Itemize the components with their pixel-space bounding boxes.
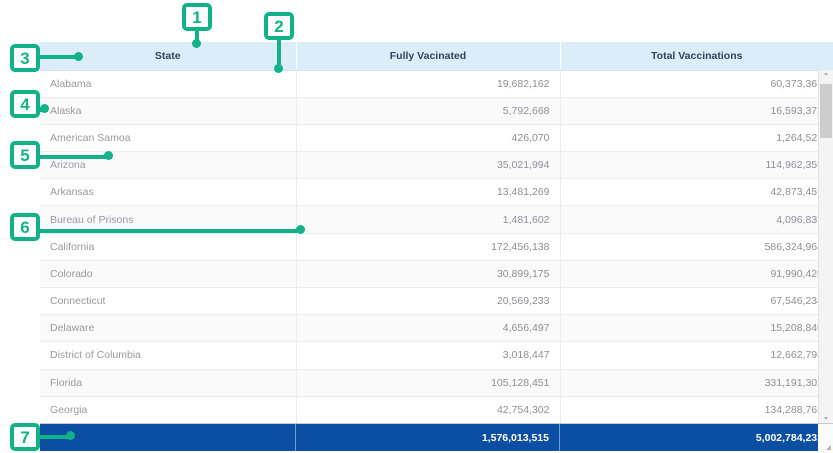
cell-total-vaccinations: 134,288,765 [560,396,833,423]
total-row-fully-vacinated-cell: 1,576,013,515 [296,424,560,451]
callout-leader-6 [40,229,302,233]
table-total-row[interactable]: 1,576,013,515 5,002,784,231 [40,423,833,451]
cell-state: California [40,233,296,260]
callout-dot-4 [40,104,49,113]
cell-total-vaccinations: 15,208,840 [560,315,833,342]
table-row[interactable]: Georgia42,754,302134,288,765 [40,396,833,423]
data-table-container[interactable]: State Fully Vacinated Total Vaccinations… [40,42,833,453]
total-row-total-vaccinations-cell: 5,002,784,231 [560,424,833,451]
cell-fully-vacinated: 4,656,497 [296,315,560,342]
callout-dot-1 [192,39,201,48]
callout-leader-5 [40,155,112,159]
cell-state: District of Columbia [40,342,296,369]
table-header-row: State Fully Vacinated Total Vaccinations [40,42,833,70]
cell-fully-vacinated: 5,792,668 [296,97,560,124]
cell-state: Alabama [40,70,296,97]
table-row[interactable]: Arkansas13,481,26942,873,453 [40,179,833,206]
cell-state: Florida [40,369,296,396]
callout-badge-7: 7 [10,423,40,451]
cell-fully-vacinated: 172,456,138 [296,233,560,260]
table-row[interactable]: Delaware4,656,49715,208,840 [40,315,833,342]
scroll-down-arrow-icon[interactable]: ⌄ [819,410,833,423]
vaccination-table-screenshot: State Fully Vacinated Total Vaccinations… [0,0,833,453]
callout-badge-5: 5 [10,141,40,169]
cell-state: Arkansas [40,179,296,206]
cell-fully-vacinated: 105,128,451 [296,369,560,396]
callout-badge-1: 1 [182,3,212,31]
cell-state: American Samoa [40,124,296,151]
callout-dot-6 [296,225,305,234]
table-row[interactable]: California172,456,138586,324,964 [40,233,833,260]
cell-total-vaccinations: 12,662,798 [560,342,833,369]
scrollbar-thumb[interactable] [820,84,832,138]
callout-dot-2 [274,64,283,73]
table-body: Alabama19,682,16260,373,367Alaska5,792,6… [40,70,833,423]
table-row[interactable]: American Samoa426,0701,264,522 [40,124,833,151]
table-row[interactable]: District of Columbia3,018,44712,662,798 [40,342,833,369]
cell-total-vaccinations: 16,593,372 [560,97,833,124]
cell-total-vaccinations: 91,990,426 [560,260,833,287]
table-header: State Fully Vacinated Total Vaccinations [40,42,833,70]
callout-badge-3: 3 [10,44,40,72]
callout-dot-3 [74,52,83,61]
cell-state: Colorado [40,260,296,287]
column-header-fully-vacinated[interactable]: Fully Vacinated [296,42,560,70]
table-row[interactable]: Colorado30,899,17591,990,426 [40,260,833,287]
callout-badge-2: 2 [264,12,294,40]
callout-badge-6: 6 [10,213,40,241]
cell-fully-vacinated: 3,018,447 [296,342,560,369]
resize-handle-corner[interactable] [818,424,833,452]
cell-fully-vacinated: 30,899,175 [296,260,560,287]
total-row-state-cell [40,424,296,451]
cell-fully-vacinated: 35,021,994 [296,152,560,179]
cell-total-vaccinations: 586,324,964 [560,233,833,260]
cell-fully-vacinated: 426,070 [296,124,560,151]
scroll-up-arrow-icon[interactable]: ⌃ [819,70,833,83]
cell-fully-vacinated: 13,481,269 [296,179,560,206]
column-header-total-vaccinations[interactable]: Total Vaccinations [560,42,833,70]
cell-fully-vacinated: 1,481,602 [296,206,560,233]
table-row[interactable]: Arizona35,021,994114,962,359 [40,152,833,179]
cell-total-vaccinations: 67,546,234 [560,288,833,315]
table-row[interactable]: Alabama19,682,16260,373,367 [40,70,833,97]
cell-total-vaccinations: 4,096,837 [560,206,833,233]
table-row[interactable]: Florida105,128,451331,191,302 [40,369,833,396]
vertical-scrollbar[interactable]: ⌃ ⌄ [818,70,833,423]
cell-state: Delaware [40,315,296,342]
cell-total-vaccinations: 42,873,453 [560,179,833,206]
table-row[interactable]: Connecticut20,569,23367,546,234 [40,288,833,315]
callout-dot-7 [66,431,75,440]
cell-fully-vacinated: 42,754,302 [296,396,560,423]
cell-total-vaccinations: 1,264,522 [560,124,833,151]
cell-total-vaccinations: 114,962,359 [560,152,833,179]
cell-state: Georgia [40,396,296,423]
cell-fully-vacinated: 19,682,162 [296,70,560,97]
table-row[interactable]: Alaska5,792,66816,593,372 [40,97,833,124]
cell-total-vaccinations: 60,373,367 [560,70,833,97]
cell-state: Connecticut [40,288,296,315]
cell-total-vaccinations: 331,191,302 [560,369,833,396]
cell-state: Alaska [40,97,296,124]
callout-badge-4: 4 [10,90,40,118]
callout-dot-5 [104,151,113,160]
cell-fully-vacinated: 20,569,233 [296,288,560,315]
